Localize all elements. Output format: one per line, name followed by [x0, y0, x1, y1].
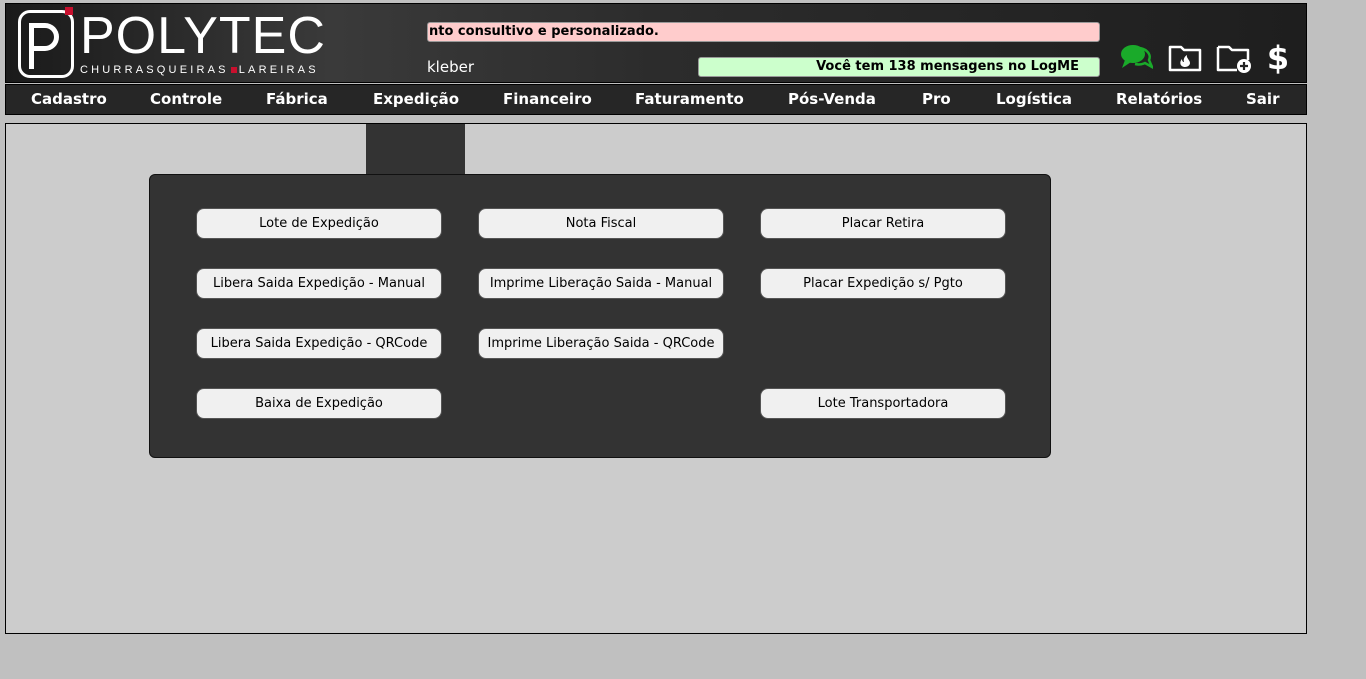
chat-bubbles-icon[interactable] [1119, 40, 1153, 74]
libera-saida-qrcode-button[interactable]: Libera Saida Expedição - QRCode [196, 328, 442, 359]
menu-item-financeiro[interactable]: Financeiro [503, 85, 592, 114]
nota-fiscal-button[interactable]: Nota Fiscal [478, 208, 724, 239]
menu-item-pos-venda[interactable]: Pós-Venda [788, 85, 876, 114]
imprime-liberacao-manual-button[interactable]: Imprime Liberação Saida - Manual [478, 268, 724, 299]
placar-retira-button[interactable]: Placar Retira [760, 208, 1006, 239]
main-menu: Cadastro Controle Fábrica Expedição Fina… [5, 84, 1307, 115]
news-ticker: nto consultivo e personalizado. [427, 22, 1100, 42]
menu-item-expedicao[interactable]: Expedição [373, 85, 459, 114]
app-header: POLYTEC CHURRASQUEIRAS LAREIRAS nto consu… [5, 3, 1307, 83]
folder-add-icon[interactable] [1216, 40, 1252, 74]
placar-expedicao-sem-pgto-button[interactable]: Placar Expedição s/ Pgto [760, 268, 1006, 299]
active-menu-tab [366, 124, 465, 176]
expedicao-submenu-panel: Lote de Expedição Libera Saida Expedição… [149, 174, 1051, 458]
username-label: kleber [427, 58, 474, 76]
menu-item-controle[interactable]: Controle [150, 85, 222, 114]
menu-item-faturamento[interactable]: Faturamento [635, 85, 744, 114]
lote-transportadora-button[interactable]: Lote Transportadora [760, 388, 1006, 419]
folder-fire-icon[interactable] [1168, 40, 1202, 74]
main-content: Lote de Expedição Libera Saida Expedição… [5, 123, 1307, 634]
libera-saida-manual-button[interactable]: Libera Saida Expedição - Manual [196, 268, 442, 299]
menu-item-sair[interactable]: Sair [1246, 85, 1279, 114]
imprime-liberacao-qrcode-button[interactable]: Imprime Liberação Saida - QRCode [478, 328, 724, 359]
logo-wordmark: POLYTEC [80, 7, 326, 65]
logme-messages-notice[interactable]: Você tem 138 mensagens no LogME [698, 57, 1100, 77]
menu-item-pro[interactable]: Pro [922, 85, 951, 114]
menu-item-relatorios[interactable]: Relatórios [1116, 85, 1202, 114]
logo-tagline: CHURRASQUEIRAS LAREIRAS [80, 64, 319, 76]
baixa-expedicao-button[interactable]: Baixa de Expedição [196, 388, 442, 419]
logo-mark [18, 7, 74, 78]
menu-item-logistica[interactable]: Logística [996, 85, 1072, 114]
svg-text:$: $ [1267, 40, 1289, 74]
lote-expedicao-button[interactable]: Lote de Expedição [196, 208, 442, 239]
menu-item-fabrica[interactable]: Fábrica [266, 85, 328, 114]
menu-item-cadastro[interactable]: Cadastro [31, 85, 107, 114]
polytec-logo: POLYTEC CHURRASQUEIRAS LAREIRAS [18, 7, 326, 78]
dollar-icon[interactable]: $ [1266, 40, 1290, 74]
